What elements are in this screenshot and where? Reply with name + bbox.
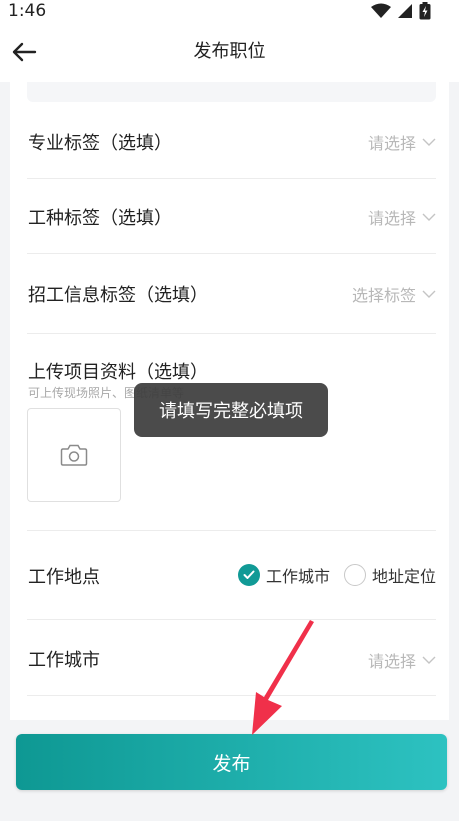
chevron-down-icon bbox=[422, 138, 436, 146]
publish-button[interactable]: 发布 bbox=[16, 734, 447, 790]
camera-icon bbox=[60, 444, 88, 466]
previous-input-field[interactable] bbox=[27, 82, 436, 102]
trade-tag-row[interactable]: 工种标签（选填） 请选择 bbox=[27, 179, 436, 254]
radio-address-location[interactable]: 地址定位 bbox=[343, 563, 436, 587]
work-city-row[interactable]: 工作城市 请选择 bbox=[27, 620, 436, 696]
work-location-options: 工作城市 地址定位 bbox=[237, 531, 436, 619]
work-city-placeholder: 请选择 bbox=[367, 652, 416, 671]
trade-tag-placeholder: 请选择 bbox=[367, 209, 416, 228]
battery-icon bbox=[419, 2, 431, 20]
recruit-info-tag-select[interactable]: 选择标签 bbox=[352, 282, 436, 306]
radio-work-city[interactable]: 工作城市 bbox=[237, 563, 330, 587]
work-location-label: 工作地点 bbox=[28, 567, 100, 588]
trade-tag-label: 工种标签（选填） bbox=[28, 208, 172, 229]
trade-tag-select[interactable]: 请选择 bbox=[368, 205, 436, 229]
chevron-down-icon bbox=[422, 290, 436, 298]
radio-unchecked-icon bbox=[343, 564, 366, 586]
major-tag-placeholder: 请选择 bbox=[367, 134, 416, 153]
major-tag-label: 专业标签（选填） bbox=[28, 133, 172, 154]
upload-title: 上传项目资料（选填） bbox=[28, 362, 208, 383]
page-title: 发布职位 bbox=[193, 41, 266, 62]
chevron-down-icon bbox=[422, 213, 436, 221]
major-tag-select[interactable]: 请选择 bbox=[368, 130, 436, 154]
wifi-icon bbox=[371, 3, 391, 18]
chevron-down-icon bbox=[422, 656, 436, 664]
recruit-info-tag-placeholder: 选择标签 bbox=[351, 286, 416, 305]
major-tag-row[interactable]: 专业标签（选填） 请选择 bbox=[27, 104, 436, 179]
recruit-info-tag-row[interactable]: 招工信息标签（选填） 选择标签 bbox=[27, 254, 436, 334]
work-location-row: 工作地点 工作城市 地址定位 bbox=[27, 531, 436, 620]
signal-icon bbox=[398, 4, 412, 18]
recruit-info-tag-label: 招工信息标签（选填） bbox=[28, 285, 208, 306]
radio-work-city-label: 工作城市 bbox=[265, 567, 330, 586]
work-city-label: 工作城市 bbox=[28, 650, 100, 671]
radio-checked-icon bbox=[237, 564, 260, 586]
status-time: 1:46 bbox=[8, 1, 47, 21]
toast-message: 请填写完整必填项 bbox=[134, 383, 328, 437]
work-city-select[interactable]: 请选择 bbox=[368, 648, 436, 672]
status-bar: 1:46 bbox=[0, 0, 459, 22]
status-icons bbox=[371, 1, 431, 21]
radio-address-location-label: 地址定位 bbox=[371, 567, 436, 586]
app-header: 发布职位 bbox=[0, 22, 459, 82]
upload-photo-button[interactable] bbox=[27, 408, 121, 502]
